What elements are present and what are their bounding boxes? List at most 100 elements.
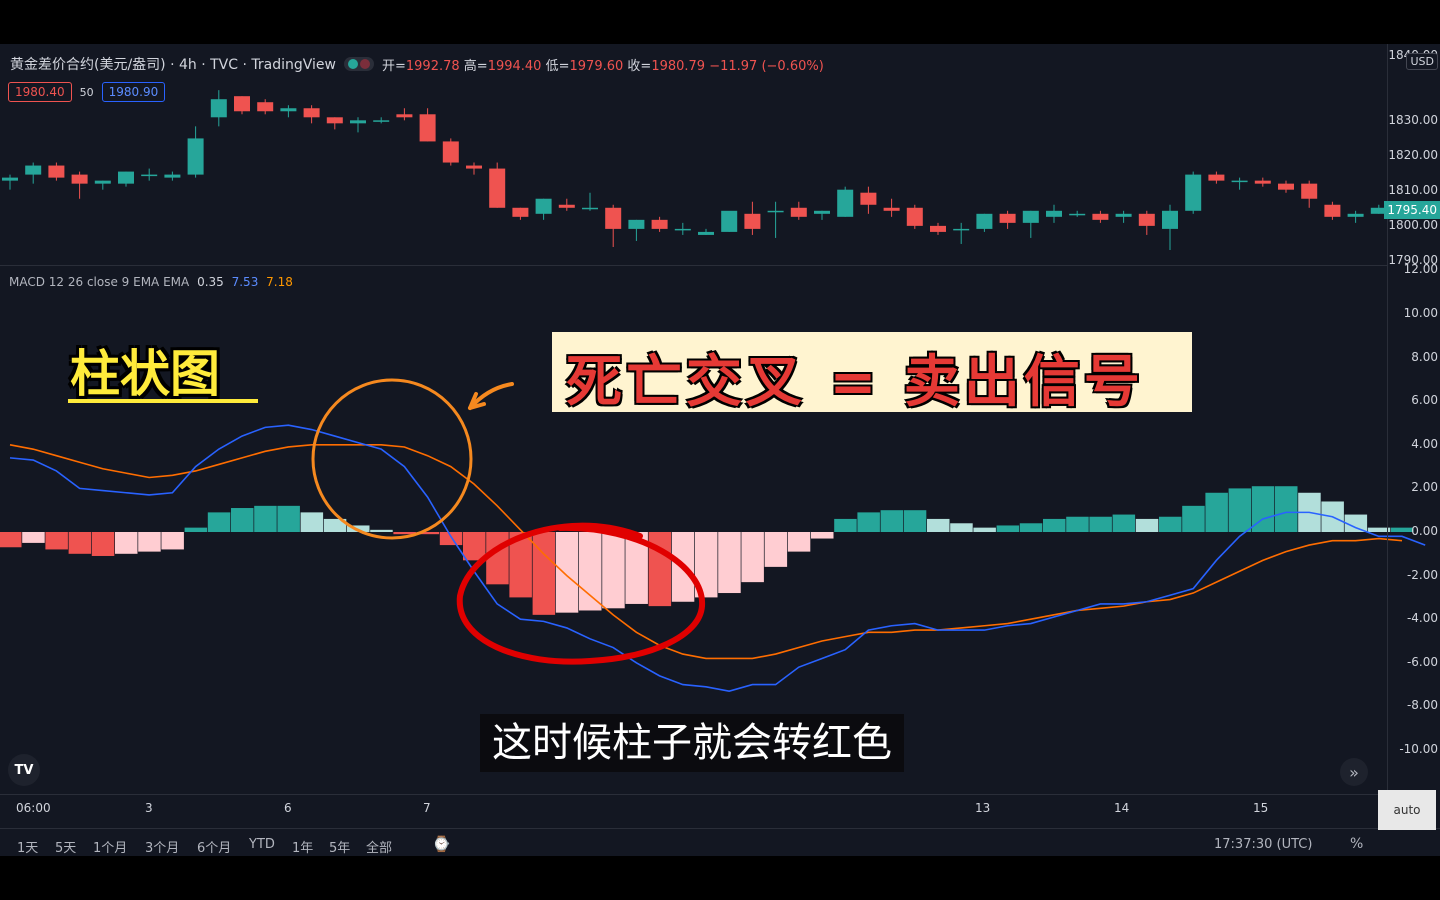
- candle-body: [2, 177, 18, 181]
- range-5d-button[interactable]: 5天: [55, 837, 76, 856]
- currency-selector[interactable]: USD: [1406, 53, 1438, 70]
- trade-buttons: 1980.40 50 1980.90: [8, 82, 166, 102]
- histogram-bar: [1019, 523, 1043, 532]
- range-toolbar: 1天 5天 1个月 3个月 6个月 YTD 1年 5年 全部 ⌚ 17:37:3…: [0, 828, 1440, 856]
- macd-axis-label: 12.00: [1403, 262, 1438, 277]
- histogram-bar: [1205, 492, 1228, 532]
- status-toggle[interactable]: [343, 57, 374, 71]
- candle-body: [419, 114, 436, 142]
- candle-body: [1347, 213, 1364, 217]
- macd-axis-label: -8.00: [1406, 698, 1438, 713]
- candle-body: [25, 165, 42, 175]
- time-label: 06:00: [16, 801, 51, 815]
- range-1d-button[interactable]: 1天: [17, 837, 38, 856]
- histogram-bar: [1182, 505, 1205, 532]
- price-axis-label: 1830.00: [1388, 113, 1438, 127]
- histogram-bar: [903, 510, 927, 532]
- range-ytd-button[interactable]: YTD: [249, 837, 275, 852]
- candle-body: [953, 228, 970, 231]
- histogram-bar: [1135, 518, 1159, 532]
- candle-body: [698, 231, 714, 235]
- candle-body: [373, 120, 390, 122]
- candle-body: [257, 102, 274, 112]
- candle-body: [558, 204, 575, 208]
- candle-body: [535, 198, 552, 214]
- time-axis[interactable]: 06:00 3 6 7 13 14 15: [0, 794, 1388, 821]
- range-5y-button[interactable]: 5年: [329, 837, 350, 856]
- macd-axis-label: -10.00: [1399, 742, 1438, 756]
- macd-axis-label: -2.00: [1406, 567, 1438, 582]
- range-1y-button[interactable]: 1年: [292, 837, 313, 856]
- scroll-to-realtime-icon[interactable]: »: [1340, 758, 1368, 786]
- candle-body: [141, 174, 158, 177]
- candle-body: [164, 174, 181, 178]
- candle-body: [883, 207, 900, 211]
- tradingview-logo-icon[interactable]: TV: [8, 754, 40, 786]
- histogram-bar: [950, 523, 973, 532]
- range-1m-button[interactable]: 1个月: [93, 837, 127, 856]
- price-axis[interactable]: 1840.001830.001820.001810.001800.001790.…: [1384, 44, 1440, 804]
- histogram-annotation: 柱状图: [70, 345, 220, 403]
- macd-legend[interactable]: MACD 12 26 close 9 EMA EMA 0.35 7.53 7.1…: [9, 275, 293, 289]
- candle-body: [1046, 210, 1062, 217]
- price-axis-label: 1800.00: [1388, 218, 1438, 232]
- candle-body: [303, 108, 320, 118]
- time-label: 3: [145, 801, 153, 815]
- macd-axis-label: -6.00: [1406, 654, 1438, 669]
- buy-button[interactable]: 1980.90: [101, 82, 166, 102]
- histogram-bar: [857, 512, 880, 532]
- range-all-button[interactable]: 全部: [366, 837, 392, 856]
- video-subtitle: 这时候柱子就会转红色: [480, 714, 904, 772]
- candle-body: [1231, 180, 1248, 183]
- histogram-bar: [68, 532, 92, 554]
- histogram-bar: [184, 527, 208, 532]
- range-6m-button[interactable]: 6个月: [197, 837, 231, 856]
- candle-body: [814, 210, 830, 214]
- death-cross-annotation: 死亡交叉 = 卖出信号: [552, 332, 1192, 415]
- candle-body: [187, 138, 204, 175]
- candle-body: [1069, 213, 1086, 216]
- histogram-bar: [555, 532, 579, 613]
- price-chart[interactable]: [0, 44, 1440, 266]
- candle-body: [326, 117, 343, 124]
- macd-line-value: 7.53: [231, 275, 259, 289]
- macd-hist-value: 0.35: [197, 275, 224, 289]
- histogram-bar: [0, 532, 22, 548]
- candle-body: [1254, 180, 1271, 184]
- histogram-bar: [91, 532, 115, 556]
- candle-body: [860, 192, 877, 205]
- percent-toggle[interactable]: %: [1350, 836, 1363, 852]
- candle-body: [1208, 174, 1225, 181]
- candle-body: [628, 219, 645, 229]
- symbol-title[interactable]: 黄金差价合约(美元/盎司) · 4h · TVC · TradingView: [10, 54, 336, 74]
- chart-header: 黄金差价合约(美元/盎司) · 4h · TVC · TradingView 开…: [10, 54, 824, 74]
- candle-body: [1278, 183, 1294, 190]
- sell-button[interactable]: 1980.40: [8, 82, 72, 102]
- death-cross-text: 死亡交叉 = 卖出信号: [566, 350, 1144, 415]
- candle-body: [837, 189, 854, 217]
- histogram-bar: [231, 508, 254, 532]
- range-3m-button[interactable]: 3个月: [145, 837, 179, 856]
- open-value: 1992.78: [405, 58, 460, 74]
- signal-line-value: 7.18: [266, 275, 293, 289]
- high-value: 1994.40: [487, 58, 542, 74]
- histogram-bar: [718, 532, 741, 594]
- histogram-bar: [973, 527, 996, 532]
- date-range-icon[interactable]: ⌚: [432, 835, 451, 853]
- candle-body: [71, 174, 88, 184]
- candle-body: [48, 165, 65, 178]
- low-label: 低=: [545, 58, 570, 74]
- auto-scale-toggle[interactable]: auto: [1378, 790, 1436, 830]
- histogram-bar: [741, 532, 764, 583]
- histogram-bar: [1089, 516, 1112, 532]
- macd-axis-label: 10.00: [1403, 306, 1438, 320]
- candle-body: [94, 180, 111, 184]
- close-value: 1980.79: [651, 58, 706, 74]
- candle-body: [582, 207, 598, 210]
- histogram-bar: [463, 532, 486, 561]
- histogram-bar: [1275, 486, 1298, 532]
- utc-clock[interactable]: 17:37:30 (UTC): [1214, 837, 1312, 852]
- candle-body: [674, 228, 691, 231]
- histogram-bar: [45, 532, 68, 550]
- candle-body: [1115, 213, 1132, 217]
